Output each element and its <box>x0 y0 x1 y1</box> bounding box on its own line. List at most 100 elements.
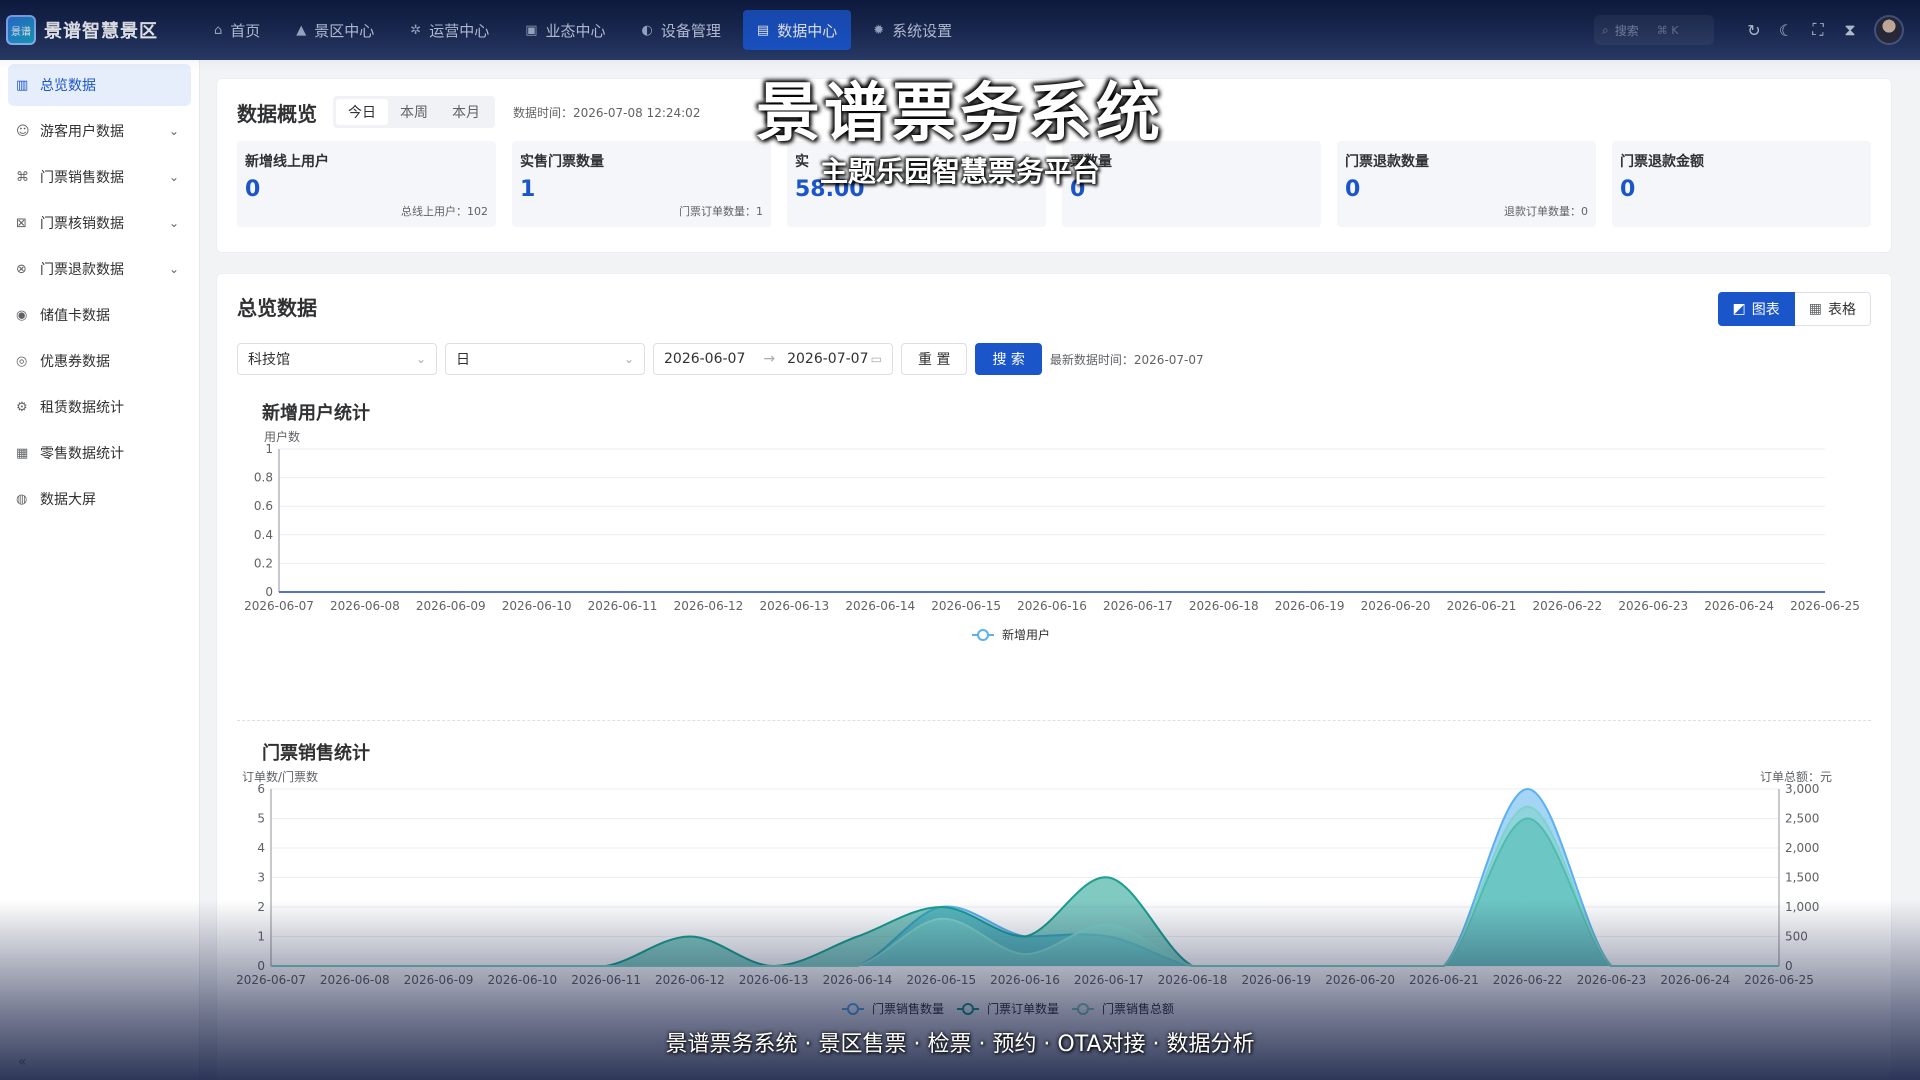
nav-item-label: 景区中心 <box>314 21 375 40</box>
legend-label: 门票销售数量 <box>872 1001 944 1016</box>
x-tick-label: 2026-06-16 <box>990 973 1060 987</box>
search-button[interactable]: 搜 索 <box>975 343 1042 375</box>
main-nav: ⌂ 首页 ▲ 景区中心 ✲ 运营中心 ▣ 业态中心 ◐ 设备管理 ▤ 数据中心 ✹ 系统设置 <box>200 10 974 50</box>
legend-marker <box>1077 1003 1089 1015</box>
card-icon: ◉ <box>16 307 28 323</box>
y2-tick-label: 500 <box>1785 930 1808 944</box>
sidebar-item-6[interactable]: ◎ 优惠券数据 <box>8 340 191 382</box>
x-tick-label: 2026-06-22 <box>1493 973 1563 987</box>
sidebar-item-9[interactable]: ◍ 数据大屏 <box>8 478 191 520</box>
venue-value: 科技馆 <box>248 352 290 368</box>
date-start: 2026-06-07 <box>664 351 746 367</box>
x-tick-label: 2026-06-25 <box>1744 973 1814 987</box>
sidebar-item-label: 储值卡数据 <box>40 308 110 324</box>
y2-tick-label: 3,000 <box>1785 782 1819 796</box>
nav-item-label: 运营中心 <box>429 21 490 40</box>
nav-item-3[interactable]: ▣ 业态中心 <box>511 10 619 50</box>
fullscreen-icon[interactable]: ⛶ <box>1802 20 1834 40</box>
x-tick-label: 2026-06-23 <box>1577 973 1647 987</box>
top-right-tools: ⌕ 搜索 ⌘ K ↻ ☾ ⛶ ⧗ <box>1594 0 1904 60</box>
legend-marker <box>847 1003 859 1015</box>
x-tick-label: 2026-06-08 <box>320 973 390 987</box>
latest-data-time: 最新数据时间：2026-07-07 <box>1049 352 1204 367</box>
x-tick-label: 2026-06-07 <box>244 599 314 613</box>
stat-subtext: 门票订单数量：1 <box>679 205 763 218</box>
nav-item-1[interactable]: ▲ 景区中心 <box>282 10 388 50</box>
y2-tick-label: 0 <box>1785 959 1793 973</box>
stat-subtext: 退款订单数量：0 <box>1504 205 1588 218</box>
x-tick-label: 2026-06-13 <box>759 599 829 613</box>
legend-label: 新增用户 <box>1002 627 1050 642</box>
mountain-icon: ▲ <box>296 22 307 38</box>
x-tick-label: 2026-06-17 <box>1074 973 1144 987</box>
sidebar-item-3[interactable]: ⊠ 门票核销数据 ⌄ <box>8 202 191 244</box>
nav-item-label: 首页 <box>230 21 261 40</box>
x-tick-label: 2026-06-22 <box>1532 599 1602 613</box>
ticket-check-icon: ⊠ <box>16 215 27 231</box>
x-tick-label: 2026-06-09 <box>416 599 486 613</box>
x-tick-label: 2026-06-20 <box>1325 973 1395 987</box>
chart-view-button[interactable]: ◩ 图表 <box>1717 292 1795 326</box>
sidebar-item-label: 零售数据统计 <box>40 446 124 462</box>
coupon-icon: ◎ <box>16 353 28 369</box>
y-tick-label: 0.8 <box>254 471 273 485</box>
chevron-down-icon: ⌄ <box>623 352 634 366</box>
store-icon: ▣ <box>525 22 538 38</box>
nav-item-6[interactable]: ✹ 系统设置 <box>859 10 966 50</box>
nav-item-0[interactable]: ⌂ 首页 <box>200 10 274 50</box>
date-end: 2026-07-07 <box>787 351 869 367</box>
sidebar-item-8[interactable]: ▦ 零售数据统计 <box>8 432 191 474</box>
sidebar: ▥ 总览数据 ☺ 游客用户数据 ⌄ ⌘ 门票销售数据 ⌄ ⊠ 门票核销数据 ⌄ ⊗ 门票退款数据 ⌄ ◉ 储值… <box>0 60 200 1080</box>
global-search[interactable]: ⌕ 搜索 ⌘ K <box>1594 15 1714 45</box>
x-tick-label: 2026-06-07 <box>237 973 306 987</box>
y2-tick-label: 1,500 <box>1785 871 1819 885</box>
x-tick-label: 2026-06-10 <box>502 599 572 613</box>
x-tick-label: 2026-06-23 <box>1618 599 1688 613</box>
x-tick-label: 2026-06-19 <box>1241 973 1311 987</box>
sidebar-item-4[interactable]: ⊗ 门票退款数据 ⌄ <box>8 248 191 290</box>
sidebar-item-label: 租赁数据统计 <box>40 400 124 416</box>
divider <box>237 720 1871 721</box>
chart-title: 新增用户统计 <box>262 403 370 424</box>
brand-logo: 景谱 <box>6 15 36 45</box>
date-range-picker[interactable]: 2026-06-07 → 2026-07-07 ▭ <box>653 343 893 375</box>
sidebar-item-label: 门票核销数据 <box>40 216 124 232</box>
x-tick-label: 2026-06-11 <box>588 599 658 613</box>
x-tick-label: 2026-06-15 <box>906 973 976 987</box>
chart-icon: ◩ <box>1732 301 1746 317</box>
refresh-icon[interactable]: ↻ <box>1738 21 1770 40</box>
brand[interactable]: 景谱 景谱智慧景区 <box>0 15 200 45</box>
y-tick-label: 5 <box>257 812 265 826</box>
promo-title: 景谱票务系统 <box>756 77 1164 151</box>
search-icon: ⌕ <box>1602 22 1609 37</box>
overall-data-card: 总览数据 ◩ 图表 ▦ 表格 科技馆 ⌄ 日 ⌄ 2026-06-07 → 20… <box>216 273 1892 1080</box>
dark-mode-icon[interactable]: ☾ <box>1770 21 1802 40</box>
granularity-select[interactable]: 日 ⌄ <box>445 343 645 375</box>
promo-subtitle: 主题乐园智慧票务平台 <box>819 155 1100 188</box>
sidebar-item-7[interactable]: ⚙ 租赁数据统计 <box>8 386 191 428</box>
x-tick-label: 2026-06-14 <box>845 599 915 613</box>
reset-button[interactable]: 重 置 <box>901 343 968 375</box>
nav-item-5[interactable]: ▤ 数据中心 <box>742 10 852 50</box>
promo-caption: 景谱票务系统 · 景区售票 · 检票 · 预约 · OTA对接 · 数据分析 <box>665 1032 1255 1057</box>
avatar[interactable] <box>1874 15 1904 45</box>
refund-icon: ⊗ <box>16 261 27 277</box>
granularity-value: 日 <box>456 352 470 368</box>
x-tick-label: 2026-06-11 <box>571 973 641 987</box>
x-tick-label: 2026-06-12 <box>674 599 744 613</box>
stat-subtext: 总线上用户：102 <box>401 205 488 218</box>
x-tick-label: 2026-06-09 <box>404 973 474 987</box>
nav-item-label: 数据中心 <box>777 21 838 40</box>
nav-item-2[interactable]: ✲ 运营中心 <box>396 10 503 50</box>
nav-item-4[interactable]: ◐ 设备管理 <box>628 10 735 50</box>
y-tick-label: 4 <box>257 841 265 855</box>
table-view-button[interactable]: ▦ 表格 <box>1794 292 1871 326</box>
hourglass-icon[interactable]: ⧗ <box>1834 20 1866 40</box>
y-tick-label: 3 <box>257 871 265 885</box>
venue-select[interactable]: 科技馆 ⌄ <box>237 343 437 375</box>
sidebar-item-5[interactable]: ◉ 储值卡数据 <box>8 294 191 336</box>
y2-tick-label: 2,500 <box>1785 812 1819 826</box>
x-tick-label: 2026-06-19 <box>1275 599 1345 613</box>
range-arrow-icon: → <box>763 351 776 367</box>
device-icon: ◐ <box>641 22 653 38</box>
